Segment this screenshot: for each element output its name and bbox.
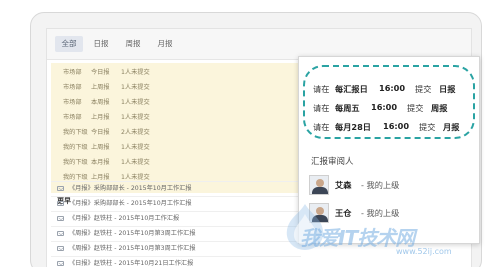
tab-monthly[interactable]: 月报 xyxy=(151,36,179,52)
mail-icon xyxy=(57,201,64,206)
pending-dept: 市场部 xyxy=(63,69,82,76)
stage: 全部 日报 周报 月报 市场部 今日报 1人未提交 市场部 上周报 1人未提交 … xyxy=(0,0,500,267)
report-title: 《月报》采购部部长 - 2015年10月工作汇报 xyxy=(69,185,192,192)
report-row[interactable]: 《日报》赵铁柱 - 2015年10月21日工作汇报 xyxy=(51,256,301,267)
pending-period: 今日报 xyxy=(91,69,110,76)
reviewer-name: 王仓 xyxy=(335,208,352,218)
report-title: 《周报》赵铁柱 - 2015年10月第3周工作汇报 xyxy=(69,230,196,237)
schedule-verb: 提交 xyxy=(415,84,432,94)
schedule-time: 16:00 xyxy=(379,83,406,93)
reviewer-item[interactable]: 艾森 - 我的上级 xyxy=(309,175,469,195)
report-title: 《日报》赵铁柱 - 2015年10月21日工作汇报 xyxy=(69,260,194,267)
mail-icon xyxy=(57,186,64,191)
pending-dept: 我的下级 xyxy=(63,144,88,151)
schedule-kind: 日报 xyxy=(439,84,456,94)
pending-period: 上周报 xyxy=(91,84,110,91)
reviewer-name: 艾森 xyxy=(335,180,352,190)
pending-count: 1人未提交 xyxy=(121,69,150,76)
tab-daily[interactable]: 日报 xyxy=(87,36,115,52)
pending-period: 本月报 xyxy=(91,159,110,166)
report-row[interactable]: 《月报》采购部部长 - 2015年10月工作汇报 xyxy=(51,181,301,196)
tab-all[interactable]: 全部 xyxy=(55,36,83,52)
pending-count: 1人未提交 xyxy=(121,144,150,151)
pending-period: 今日报 xyxy=(91,129,110,136)
schedule-kind: 周报 xyxy=(431,103,448,113)
pending-period: 本周报 xyxy=(91,99,110,106)
mail-icon xyxy=(57,231,64,236)
schedule-prefix: 请在 xyxy=(313,84,330,94)
pending-count: 1人未提交 xyxy=(121,114,150,121)
report-title: 《周报》赵铁柱 - 2015年10月第3周工作汇报 xyxy=(69,245,196,252)
pending-count: 1人未提交 xyxy=(121,84,150,91)
mail-icon xyxy=(57,261,64,266)
schedule-time: 16:00 xyxy=(383,121,410,131)
report-row[interactable]: 《月报》采购部部长 - 2015年10月工作汇报 xyxy=(51,196,301,211)
pending-count: 1人未提交 xyxy=(121,159,150,166)
pending-period: 上周报 xyxy=(91,144,110,151)
schedule-when: 每汇报日 xyxy=(335,84,368,94)
watermark-url: www.52ij.com xyxy=(396,247,452,256)
schedule-kind: 月报 xyxy=(443,122,460,132)
report-title: 《月报》采购部部长 - 2015年10月工作汇报 xyxy=(69,200,192,207)
reviewer-role: - 我的上级 xyxy=(361,180,400,190)
schedule-when: 每月28日 xyxy=(335,122,371,132)
report-row[interactable]: 《月报》赵铁柱 - 2015年10月工作汇报 xyxy=(51,211,301,226)
report-title: 《月报》赵铁柱 - 2015年10月工作汇报 xyxy=(69,215,180,222)
schedule-time: 16:00 xyxy=(371,102,398,112)
schedule-when: 每周五 xyxy=(335,103,360,113)
mail-icon xyxy=(57,246,64,251)
pending-dept: 市场部 xyxy=(63,114,82,121)
pending-period: 上月报 xyxy=(91,114,110,121)
report-row[interactable]: 《周报》赵铁柱 - 2015年10月第3周工作汇报 xyxy=(51,241,301,256)
report-row[interactable]: 《周报》赵铁柱 - 2015年10月第3周工作汇报 xyxy=(51,226,301,241)
avatar xyxy=(309,175,329,195)
pending-dept: 市场部 xyxy=(63,84,82,91)
reviewer-role: - 我的上级 xyxy=(361,208,400,218)
pending-dept: 我的下级 xyxy=(63,159,88,166)
pending-dept: 我的下级 xyxy=(63,129,88,136)
pending-list: 市场部 今日报 1人未提交 市场部 上周报 1人未提交 市场部 本周报 1人未提… xyxy=(51,63,301,193)
schedule-verb: 提交 xyxy=(419,122,436,132)
reviewer-item[interactable]: 王仓 - 我的上级 xyxy=(309,203,469,223)
schedule-prefix: 请在 xyxy=(313,122,330,132)
pending-count: 1人未提交 xyxy=(121,99,150,106)
schedule-prefix: 请在 xyxy=(313,103,330,113)
schedule-verb: 提交 xyxy=(407,103,424,113)
mail-icon xyxy=(57,216,64,221)
tab-weekly[interactable]: 周报 xyxy=(119,36,147,52)
pending-count: 2人未提交 xyxy=(121,129,150,136)
reviewers-heading: 汇报审阅人 xyxy=(311,157,354,167)
pending-dept: 市场部 xyxy=(63,99,82,106)
